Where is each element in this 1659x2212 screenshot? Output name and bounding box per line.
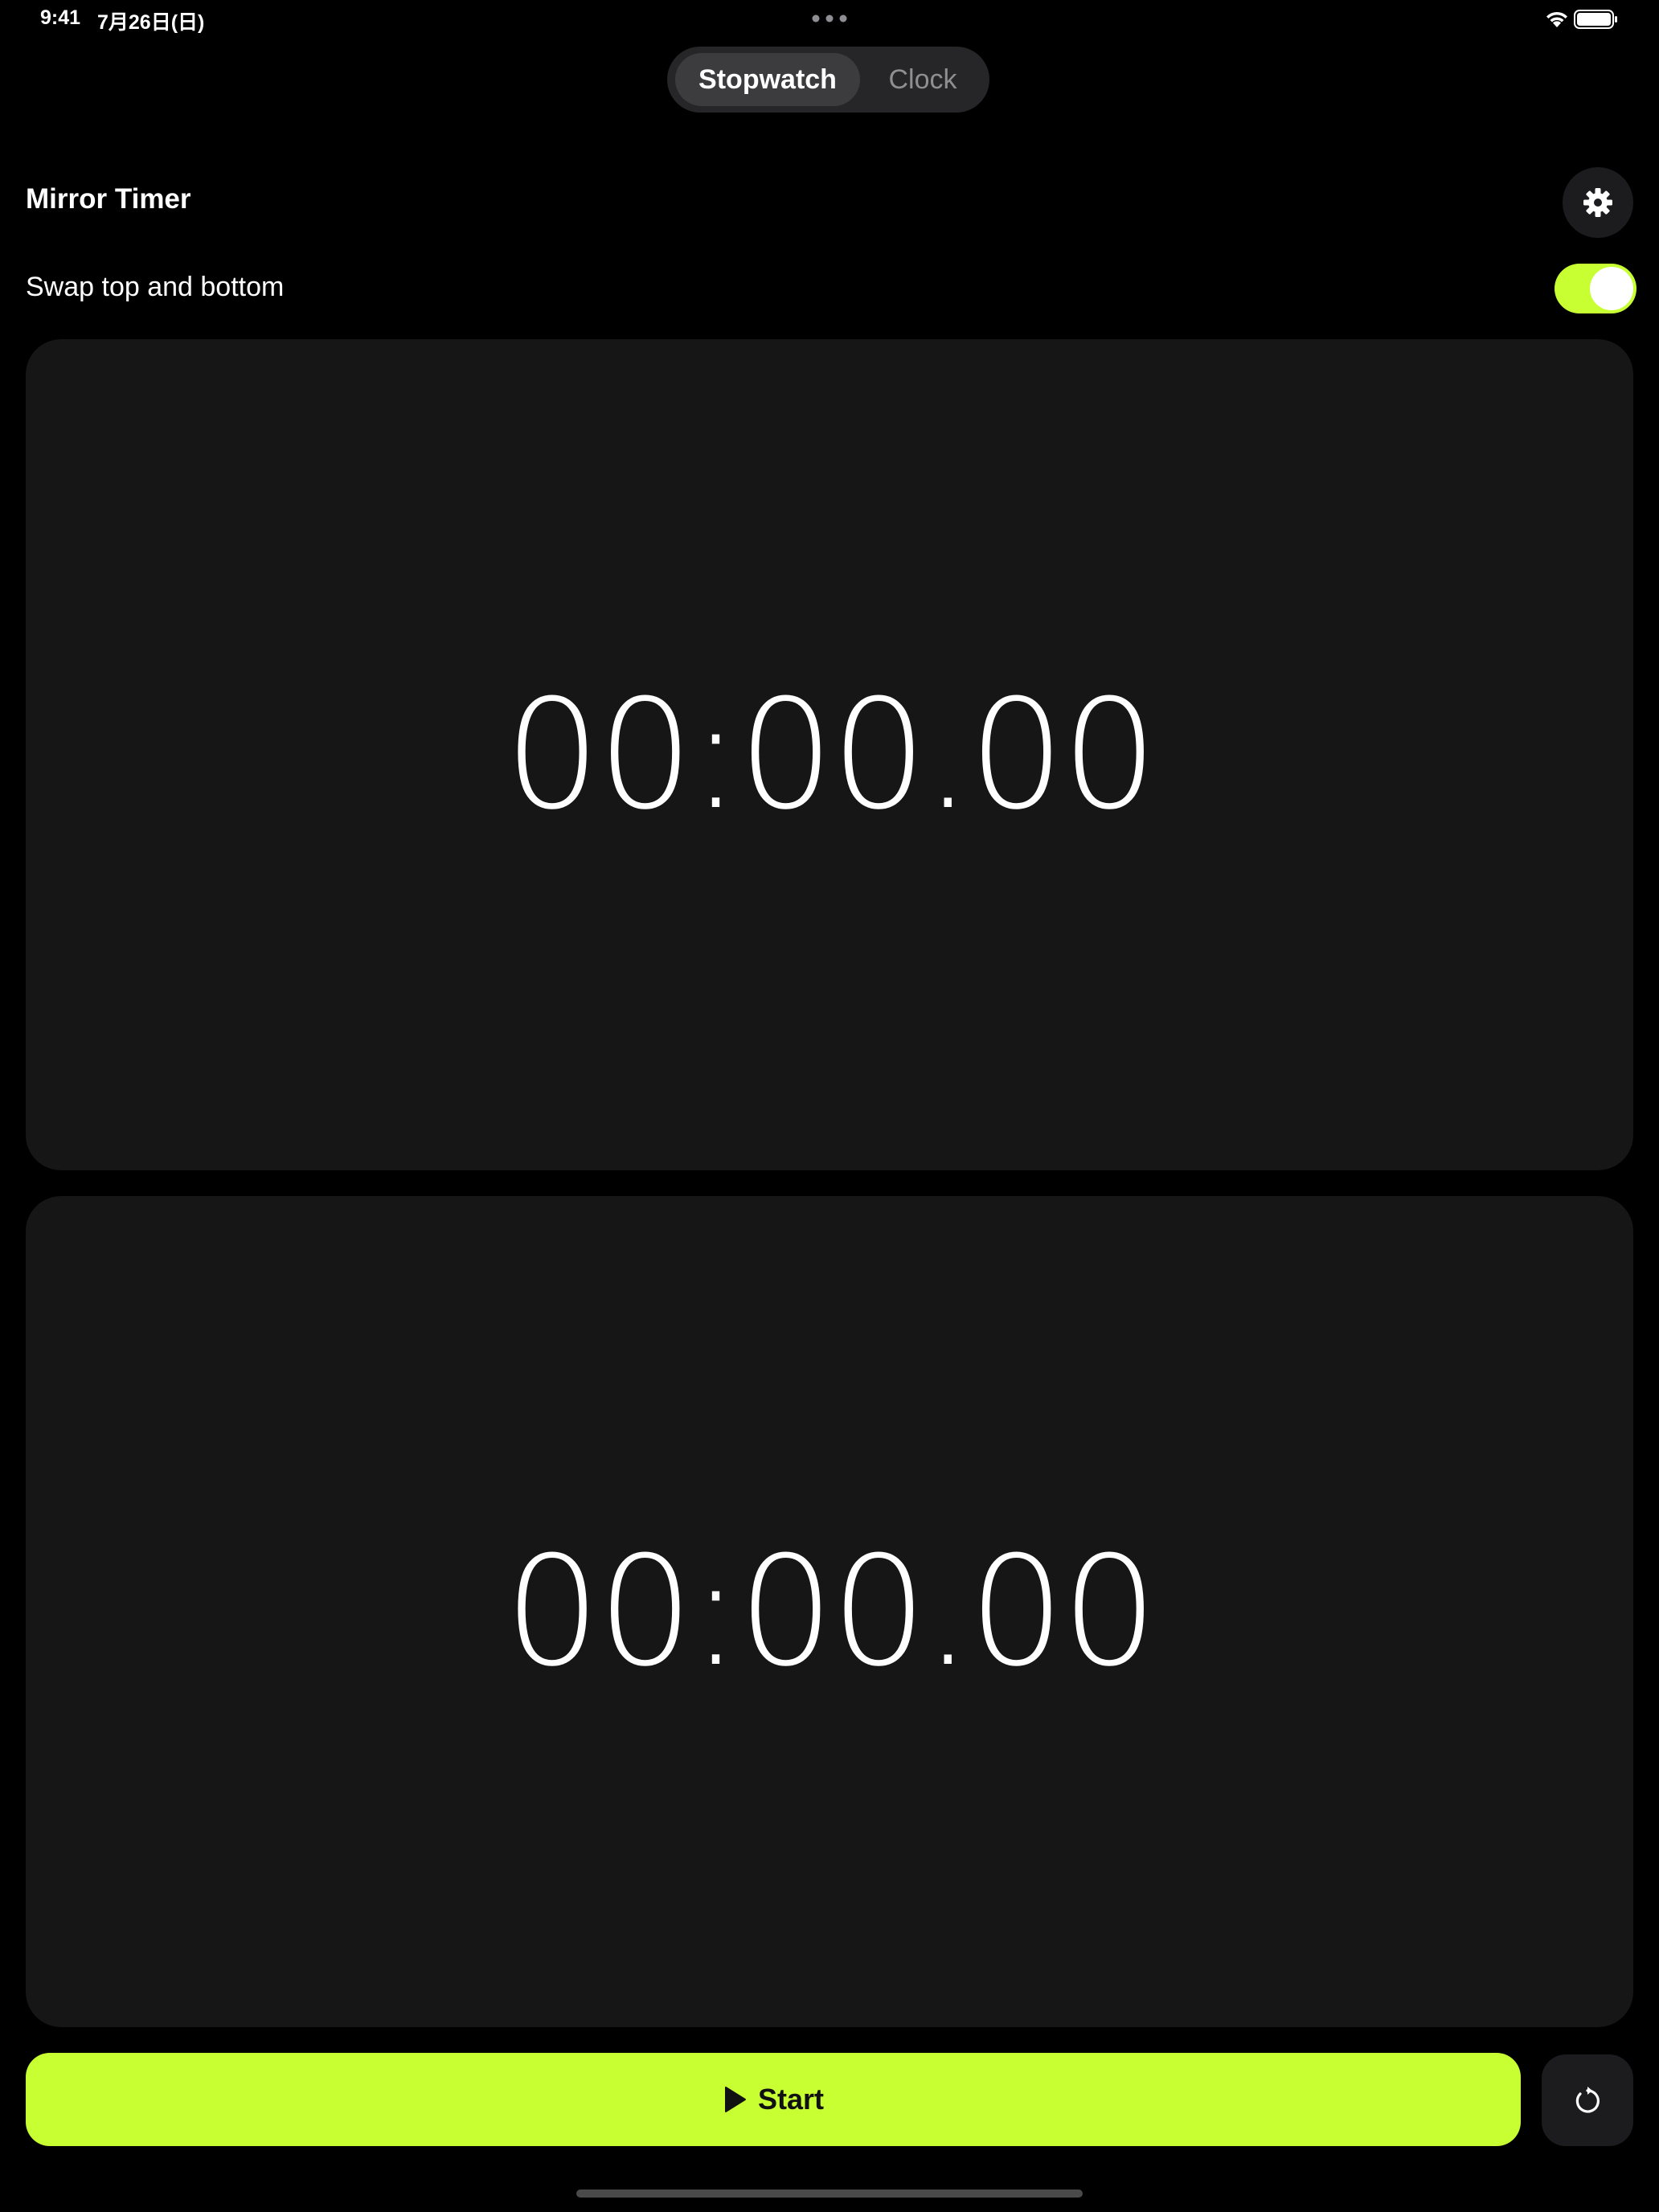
gear-icon [1583,188,1612,217]
start-button[interactable]: Start [26,2053,1521,2146]
status-time: 9:41 [40,6,81,29]
status-bar: 9:41 7月26日(日) [0,0,1659,39]
reset-button[interactable] [1542,2054,1633,2146]
status-date: 7月26日(日) [97,11,205,34]
timer-display-top: 00:00.00 [504,666,1158,843]
tab-stopwatch[interactable]: Stopwatch [675,53,860,106]
multitask-dots-icon[interactable] [812,14,847,23]
swap-label: Swap top and bottom [26,272,285,302]
swap-toggle[interactable] [1555,264,1636,313]
toggle-knob [1590,267,1633,310]
page-title: Mirror Timer [26,183,191,215]
start-label: Start [757,2083,825,2116]
timer-panel-bottom[interactable]: 00:00.00 [26,1196,1633,2027]
mode-segmented-control: Stopwatch Clock [667,47,989,113]
battery-icon [1574,10,1617,29]
timer-display-bottom: 00:00.00 [504,1523,1158,1700]
home-indicator [576,2189,1083,2198]
wifi-icon [1546,11,1567,27]
timer-panel-top[interactable]: 00:00.00 [26,339,1633,1170]
reset-icon [1575,2087,1600,2113]
tab-clock[interactable]: Clock [866,53,979,106]
play-icon [724,2087,746,2112]
settings-button[interactable] [1563,167,1633,238]
